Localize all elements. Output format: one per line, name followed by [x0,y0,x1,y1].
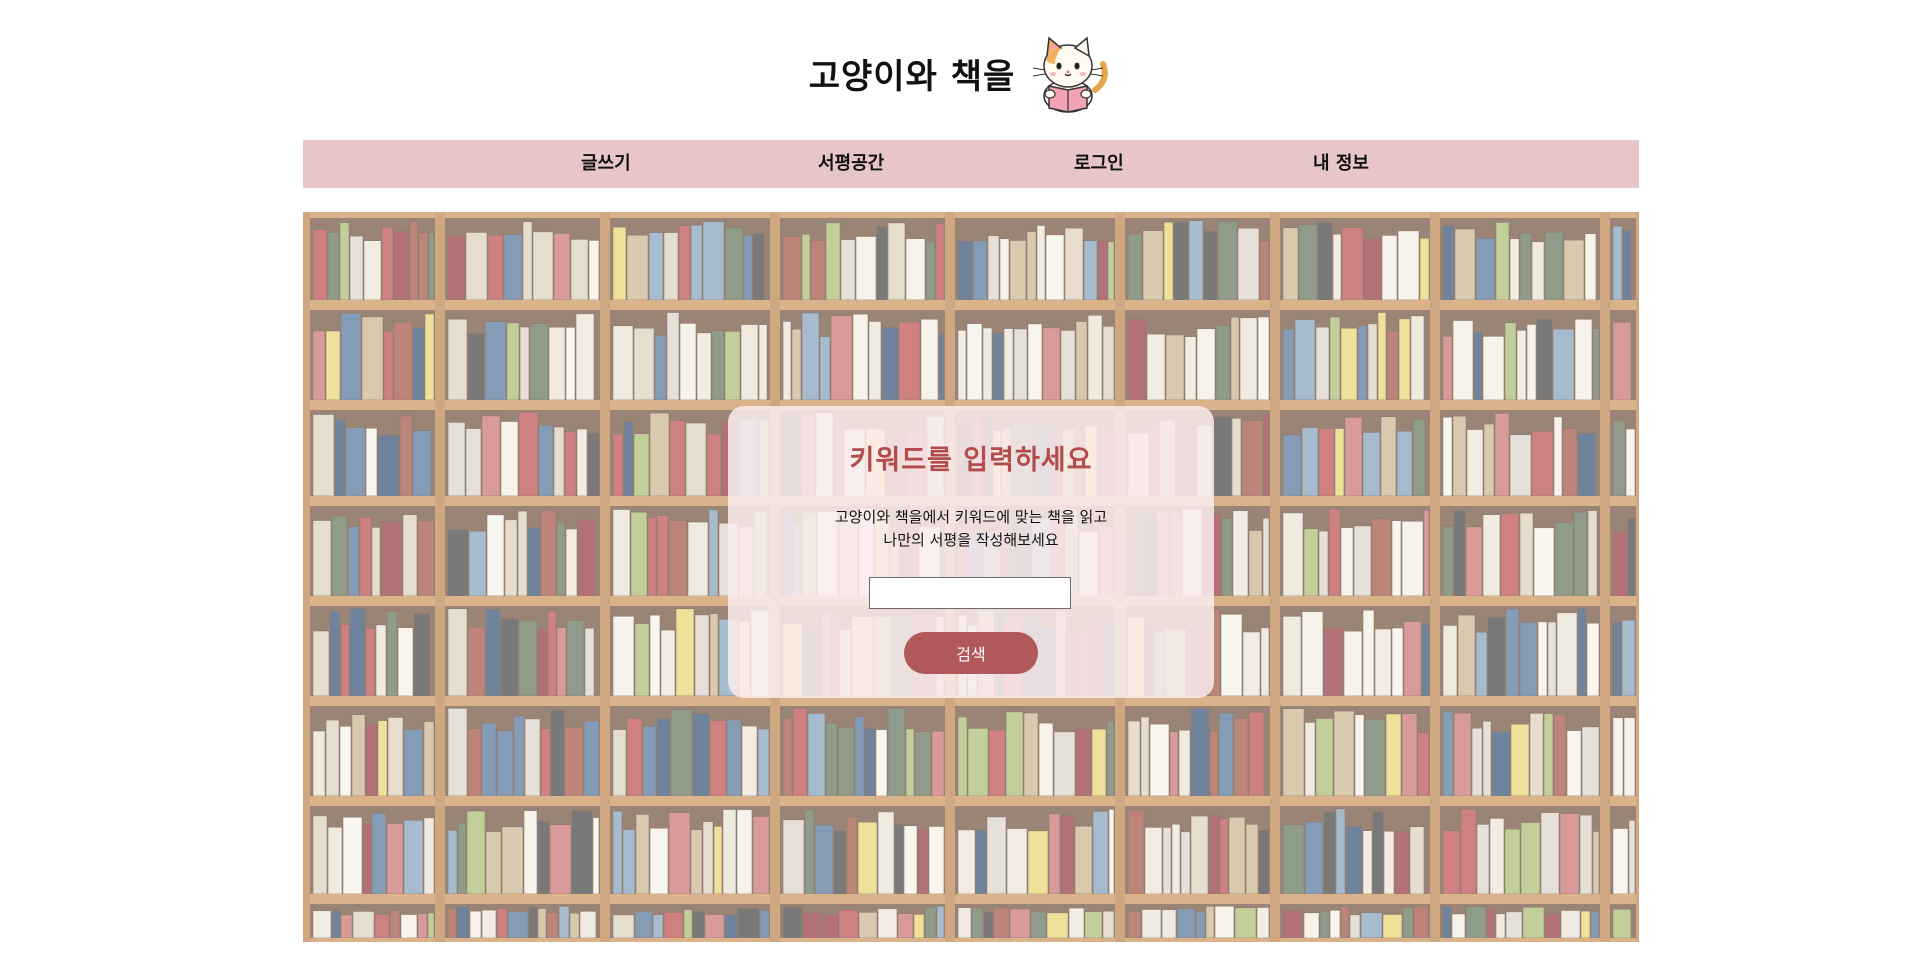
nav-item-write[interactable]: 글쓰기 [581,140,631,188]
search-card-description: 고양이와 책을에서 키워드에 맞는 책을 읽고 나만의 서평을 작성해보세요 [728,506,1214,552]
description-line-2: 나만의 서평을 작성해보세요 [883,531,1059,549]
cat-reading-book-icon [1033,36,1109,113]
keyword-search-input[interactable] [869,577,1071,609]
nav-item-review-space[interactable]: 서평공간 [818,140,884,188]
search-button[interactable]: 검색 [904,632,1038,674]
site-header: 고양이와 책을 [0,28,1920,118]
description-line-1: 고양이와 책을에서 키워드에 맞는 책을 읽고 [834,508,1108,526]
nav-item-login[interactable]: 로그인 [1074,140,1124,188]
hero-section: 키워드를 입력하세요 고양이와 책을에서 키워드에 맞는 책을 읽고 나만의 서… [303,212,1639,942]
main-nav: 글쓰기 서평공간 로그인 내 정보 [303,140,1639,188]
search-card: 키워드를 입력하세요 고양이와 책을에서 키워드에 맞는 책을 읽고 나만의 서… [728,406,1214,698]
site-title[interactable]: 고양이와 책을 [809,49,1016,98]
nav-item-my-info[interactable]: 내 정보 [1313,140,1369,188]
search-card-title: 키워드를 입력하세요 [849,445,1093,476]
